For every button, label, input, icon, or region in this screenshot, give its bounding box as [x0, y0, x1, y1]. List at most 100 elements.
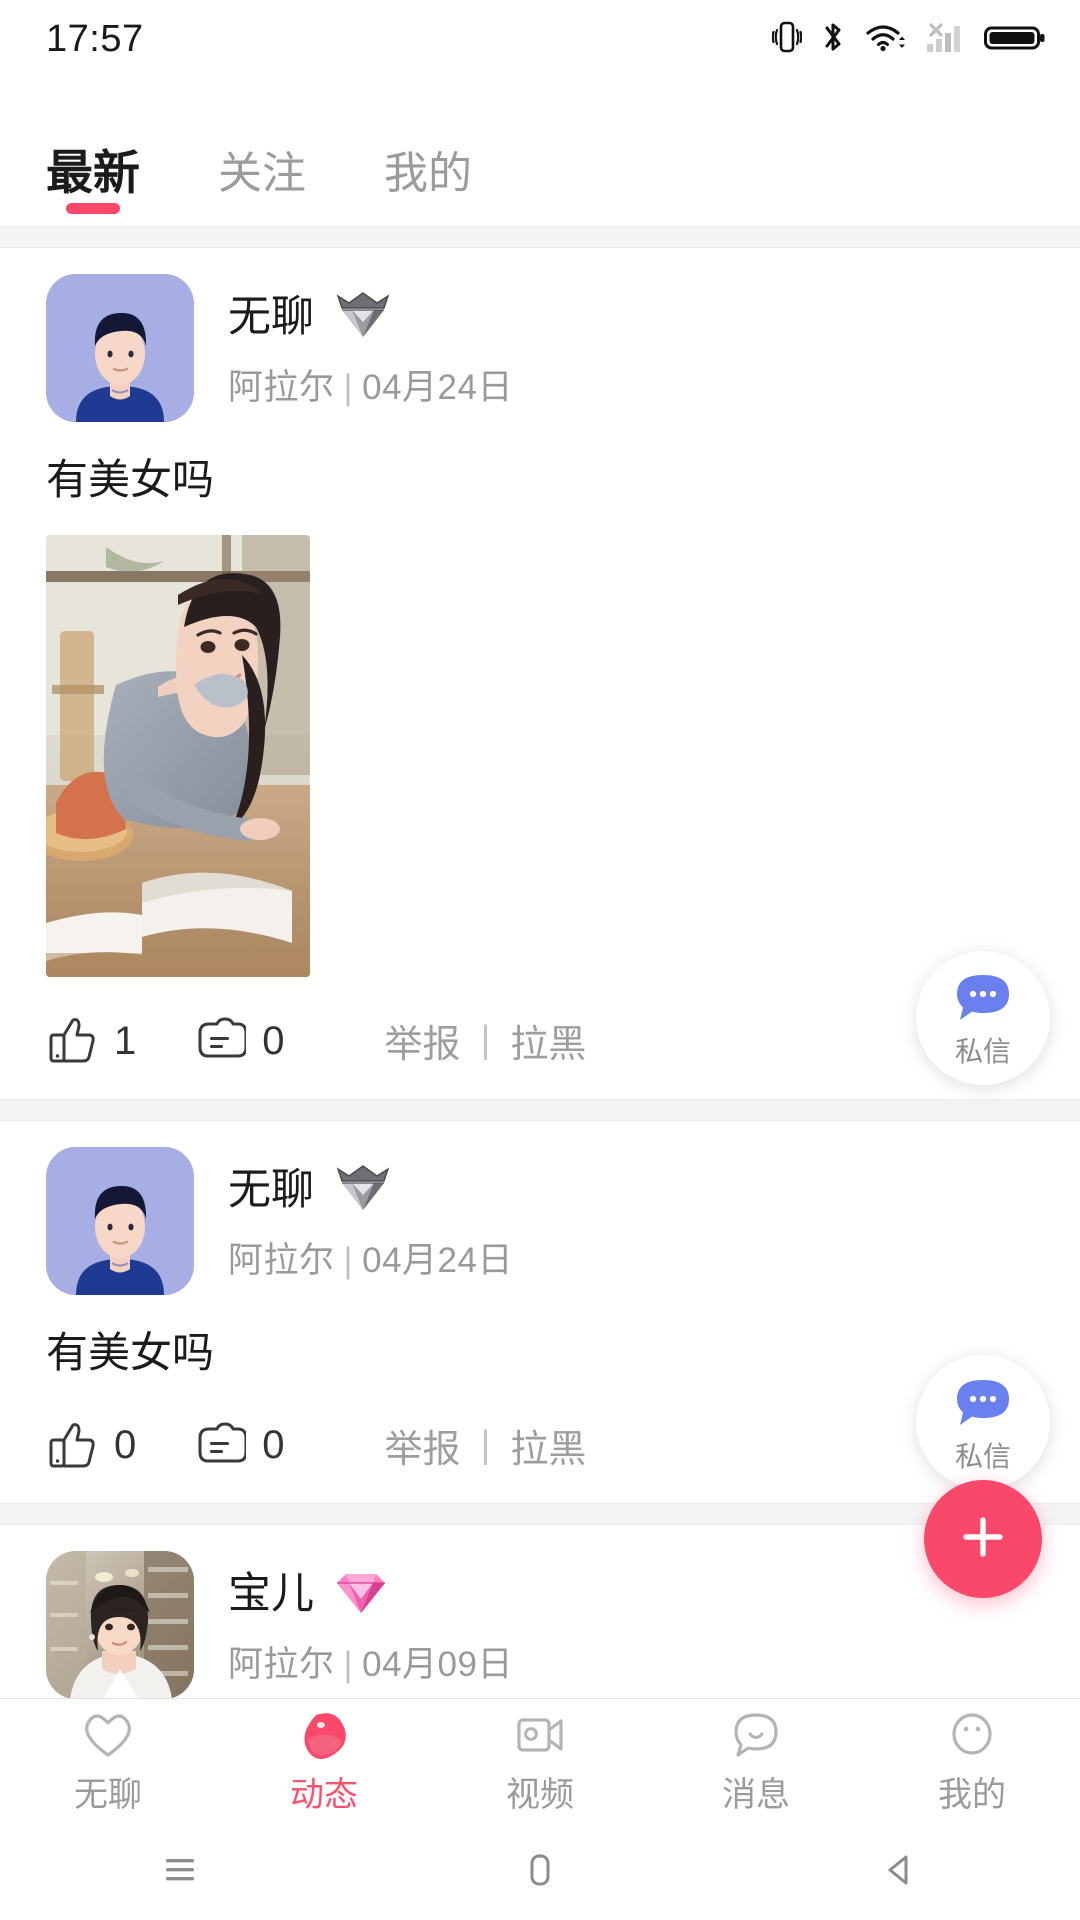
report-link[interactable]: 举报: [385, 1418, 461, 1473]
nav-item-moments[interactable]: 动态: [216, 1707, 432, 1812]
post-user-row: 无聊: [228, 290, 513, 345]
tab-following-label: 关注: [218, 149, 306, 198]
post-user-row: 无聊: [228, 1163, 513, 1218]
thumbs-up-icon: [46, 1013, 98, 1068]
like-count: 0: [114, 1423, 137, 1468]
nav-item-video[interactable]: 视频: [432, 1707, 648, 1812]
feed-divider: [0, 1503, 1080, 1526]
vibrate-icon: [771, 17, 803, 62]
video-camera-icon: [510, 1707, 570, 1768]
post-photo-woman-reading: [46, 534, 310, 977]
tab-active-indicator: [66, 203, 120, 214]
post-header: 无聊 阿拉尔 | 04月24日: [46, 274, 1046, 422]
post-header: 无聊 阿拉尔 | 04月24日: [46, 1146, 1046, 1295]
post-user-name[interactable]: 宝儿: [228, 1570, 314, 1618]
block-link[interactable]: 拉黑: [510, 1013, 586, 1068]
post-location: 阿拉尔: [228, 1240, 335, 1280]
private-message-button[interactable]: 私信: [916, 950, 1050, 1085]
post-user-row: 宝儿: [228, 1567, 513, 1622]
tab-mine-label: 我的: [384, 149, 472, 198]
moderation-separator: |: [480, 1019, 491, 1062]
create-post-fab[interactable]: [924, 1480, 1042, 1598]
avatar[interactable]: [46, 1146, 194, 1295]
post-subtitle: 阿拉尔 | 04月09日: [228, 1636, 513, 1687]
heart-icon: [78, 1707, 138, 1768]
nav-item-boring-label: 无聊: [74, 1776, 142, 1814]
nav-item-moments-label: 动态: [290, 1776, 358, 1814]
comment-count: 0: [262, 1423, 285, 1468]
comment-button[interactable]: 0: [192, 1418, 285, 1473]
like-button[interactable]: 1: [46, 1013, 136, 1068]
avatar[interactable]: [46, 274, 194, 422]
feed-divider: [0, 1098, 1080, 1121]
status-bar-icons: [771, 17, 1046, 62]
moderation-separator: |: [480, 1423, 491, 1466]
post-action-row: 0 0 举报 | 拉黑: [46, 1387, 1046, 1503]
post-sub-separator: |: [343, 1645, 354, 1685]
comment-button[interactable]: 0: [192, 1013, 285, 1068]
avatar-photo-woman-icon: [46, 1551, 194, 1698]
status-bar: 17:57: [0, 0, 1080, 78]
nav-item-boring[interactable]: 无聊: [0, 1707, 216, 1812]
private-message-button[interactable]: 私信: [916, 1355, 1050, 1490]
post-action-row: 1 0 举报 | 拉黑: [46, 983, 1046, 1099]
like-count: 1: [114, 1018, 137, 1063]
post-location: 阿拉尔: [228, 1645, 335, 1685]
like-button[interactable]: 0: [46, 1418, 136, 1473]
nav-item-video-label: 视频: [506, 1776, 574, 1814]
post-user-name[interactable]: 无聊: [228, 293, 314, 341]
top-tab-bar: 最新 关注 我的: [0, 78, 1080, 226]
comment-count: 0: [262, 1018, 285, 1063]
avatar[interactable]: [46, 1551, 194, 1698]
status-bar-clock: 17:57: [46, 17, 144, 60]
tab-latest[interactable]: 最新: [46, 149, 140, 226]
post-date: 04月24日: [362, 1240, 513, 1280]
chat-bubble-dots-icon: [951, 1374, 1015, 1437]
app-root: 17:57 最新 关注 我的 无聊 阿拉尔 | 04月24日 有美女吗 1 0 …: [0, 0, 1080, 1920]
avatar-illustration-male-icon: [46, 274, 194, 422]
post-header: 宝儿 阿拉尔 | 04月09日: [46, 1551, 1046, 1698]
nav-item-profile[interactable]: 我的: [864, 1707, 1080, 1812]
post-moderation-links: 举报 | 拉黑: [385, 1418, 587, 1473]
post-date: 04月24日: [362, 368, 513, 407]
feed-post[interactable]: 无聊: [0, 1120, 1080, 1504]
post-text: 有美女吗: [46, 456, 215, 503]
feed-divider: [0, 226, 1080, 248]
post-location: 阿拉尔: [228, 368, 335, 407]
cellular-no-signal-icon: [925, 17, 967, 62]
moments-blob-icon: [294, 1707, 354, 1768]
post-moderation-links: 举报 | 拉黑: [385, 1013, 587, 1068]
post-meta: 无聊 阿拉尔 | 04月24日: [228, 274, 513, 410]
nav-item-messages[interactable]: 消息: [648, 1707, 864, 1812]
block-link[interactable]: 拉黑: [510, 1418, 586, 1473]
thumbs-up-icon: [46, 1418, 98, 1473]
silver-crown-diamond-icon: [332, 290, 394, 345]
post-sub-separator: |: [343, 368, 354, 407]
post-date: 04月09日: [362, 1645, 513, 1685]
post-text: 有美女吗: [46, 1328, 215, 1376]
nav-item-profile-label: 我的: [938, 1776, 1006, 1814]
post-subtitle: 阿拉尔 | 04月24日: [228, 1232, 513, 1283]
tab-mine[interactable]: 我的: [384, 152, 472, 226]
recents-icon[interactable]: [0, 1850, 360, 1890]
feed-post[interactable]: 无聊: [0, 248, 1080, 1099]
pink-diamond-icon: [332, 1567, 390, 1622]
avatar-illustration-male-icon: [46, 1146, 194, 1295]
silver-crown-diamond-icon: [332, 1163, 394, 1218]
post-sub-separator: |: [343, 1240, 354, 1280]
tab-following[interactable]: 关注: [218, 152, 306, 226]
feed-list[interactable]: 无聊 阿拉尔 | 04月24日 有美女吗 1 0 举报 | 拉黑 私信 无聊 阿…: [0, 226, 1080, 1698]
private-message-label: 私信: [954, 1036, 1011, 1068]
post-meta: 无聊 阿拉尔 | 04月24日: [228, 1147, 513, 1283]
post-image[interactable]: [46, 534, 310, 977]
feed-post[interactable]: 宝儿 阿拉尔 | 04月09日: [0, 1525, 1080, 1698]
home-icon[interactable]: [360, 1848, 720, 1892]
report-link[interactable]: 举报: [385, 1013, 461, 1068]
post-user-name[interactable]: 无聊: [228, 1166, 314, 1214]
bottom-nav-bar: 无聊 动态 视频 消息 我的: [0, 1698, 1080, 1820]
comment-icon: [192, 1418, 248, 1473]
system-nav-bar: [0, 1820, 1080, 1920]
tab-latest-label: 最新: [46, 146, 140, 199]
chat-bubble-dots-icon: [951, 969, 1015, 1032]
back-icon[interactable]: [720, 1848, 1080, 1892]
